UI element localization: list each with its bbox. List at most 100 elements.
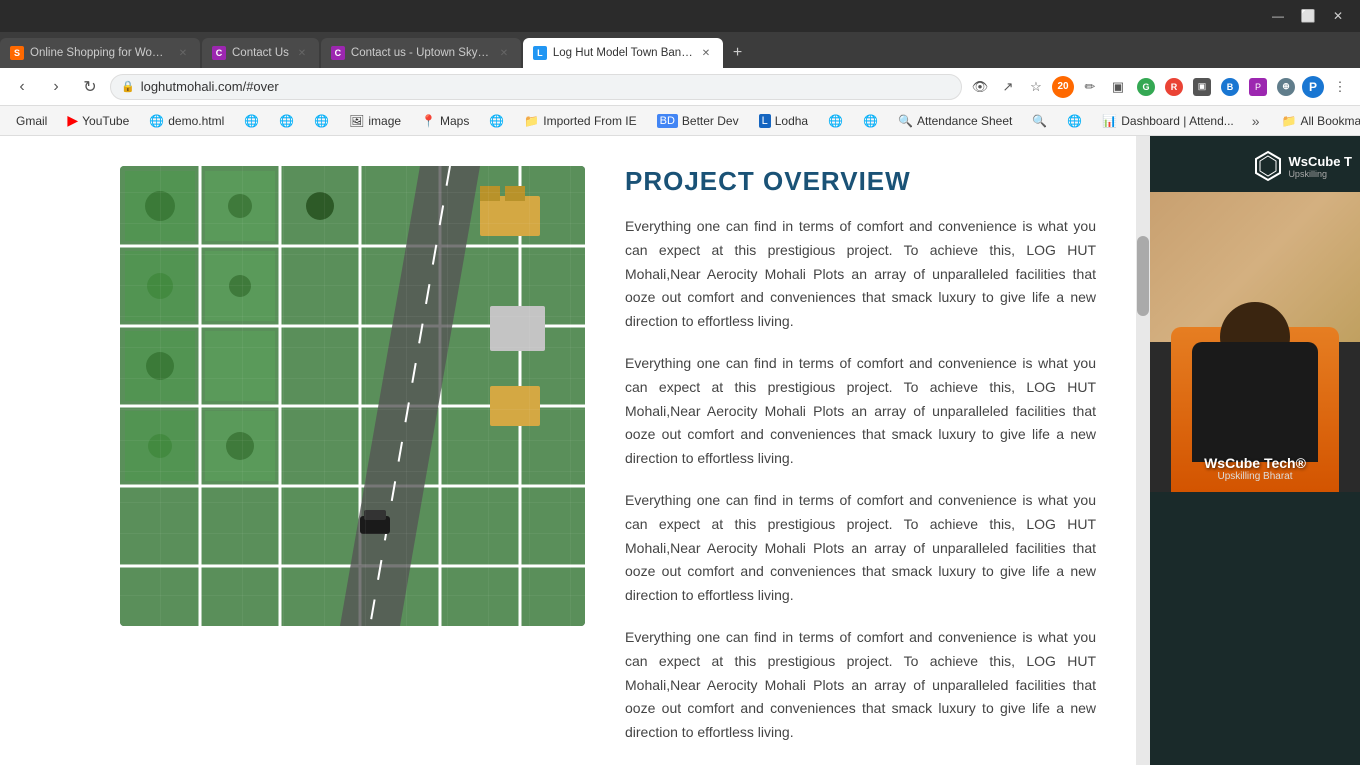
lock-icon: 🔒	[121, 80, 135, 93]
tab-favicon-shopping: S	[10, 46, 24, 60]
ext2-icon: R	[1165, 78, 1183, 96]
minimize-button[interactable]: —	[1264, 6, 1292, 26]
project-title: PROJECT OVERVIEW	[625, 166, 1096, 197]
dashboard-icon: 📊	[1102, 114, 1117, 128]
tab-favicon-loghut: L	[533, 46, 547, 60]
pencil-button[interactable]: ✏	[1078, 75, 1102, 99]
image-icon: 🖼	[349, 114, 364, 128]
tab-shopping[interactable]: S Online Shopping for Women, M ✕	[0, 38, 200, 68]
wscube-sub-label: Upskilling	[1288, 169, 1352, 179]
bookmark-maps[interactable]: 📍 Maps	[413, 112, 477, 130]
extension2-button[interactable]: R	[1162, 75, 1186, 99]
globe-icon-5: 🌐	[828, 114, 843, 128]
bookmark-globe3[interactable]: 🌐	[306, 112, 337, 130]
wscube-brand: WsCube T Upskilling	[1252, 150, 1352, 182]
bookmarks-more-button[interactable]: »	[1246, 111, 1266, 131]
ext6-icon: ⊕	[1277, 78, 1295, 96]
tab-close-loghut[interactable]: ✕	[699, 46, 713, 60]
bookmark-image[interactable]: 🖼 image	[341, 112, 409, 130]
maps-icon: 📍	[421, 114, 436, 128]
maximize-button[interactable]: ⬜	[1294, 6, 1322, 26]
wscube-video: WsCube Tech® Upskilling Bharat	[1150, 192, 1360, 492]
extension5-button[interactable]: P	[1246, 75, 1270, 99]
tab-label-contact: Contact Us	[232, 47, 289, 59]
tabs-bar: S Online Shopping for Women, M ✕ C Conta…	[0, 32, 1360, 68]
betterdev-icon: BD	[657, 114, 678, 128]
page-inner: PROJECT OVERVIEW Everything one can find…	[0, 136, 1150, 765]
forward-button[interactable]: ›	[42, 73, 70, 101]
tab-label-uptown: Contact us - Uptown Skylla -Zir	[351, 47, 491, 59]
attendance-icon: 🔍	[898, 114, 913, 128]
bookmark-globe2[interactable]: 🌐	[271, 112, 302, 130]
tab-contact[interactable]: C Contact Us ✕	[202, 38, 319, 68]
reader-mode-button[interactable]: 👁	[968, 75, 992, 99]
extension-badge: 20	[1052, 76, 1074, 98]
ext3-icon: ▣	[1193, 78, 1211, 96]
bookmark-search[interactable]: 🔍	[1024, 112, 1055, 130]
bookmark-lodha[interactable]: L Lodha	[751, 112, 817, 130]
aerial-svg	[120, 166, 585, 626]
youtube-icon: ▶	[67, 112, 78, 129]
project-image	[120, 166, 585, 626]
profile-button[interactable]: P	[1302, 76, 1324, 98]
project-para-3: Everything one can find in terms of comf…	[625, 489, 1096, 608]
address-icons: 👁 ↗ ☆ 20 ✏ ▣ G R ▣ B P ⊕	[968, 75, 1352, 99]
tab-label-loghut: Log Hut Model Town Banur-Lan	[553, 47, 693, 59]
bookmark-attendance[interactable]: 🔍 Attendance Sheet	[890, 112, 1020, 130]
bookmark-betterdev[interactable]: BD Better Dev	[649, 112, 747, 130]
bookmark-star-button[interactable]: ☆	[1024, 75, 1048, 99]
wscube-hex-icon	[1252, 150, 1284, 182]
bookmark-demo[interactable]: 🌐 demo.html	[141, 112, 232, 130]
scrollbar-handle[interactable]	[1137, 236, 1149, 316]
bookmark-imported[interactable]: 📁 Imported From IE	[516, 112, 644, 130]
person-body	[1192, 342, 1318, 462]
project-section: PROJECT OVERVIEW Everything one can find…	[0, 136, 1136, 765]
wscube-panel: WsCube T Upskilling	[1150, 136, 1360, 765]
bookmark-youtube[interactable]: ▶ YouTube	[59, 110, 137, 131]
share-button[interactable]: ↗	[996, 75, 1020, 99]
folder-icon-all: 📁	[1282, 114, 1297, 128]
bookmark-globe6[interactable]: 🌐	[855, 112, 886, 130]
extension4-button[interactable]: B	[1218, 75, 1242, 99]
page-scrollbar[interactable]	[1136, 136, 1150, 765]
url-bar[interactable]: 🔒 loghutmohali.com/#over	[110, 74, 962, 100]
tab-loghut[interactable]: L Log Hut Model Town Banur-Lan ✕	[523, 38, 723, 68]
extension3-button[interactable]: ▣	[1190, 75, 1214, 99]
tab-favicon-uptown: C	[331, 46, 345, 60]
ext1-icon: G	[1137, 78, 1155, 96]
close-button[interactable]: ✕	[1324, 6, 1352, 26]
tab-close-contact[interactable]: ✕	[295, 46, 309, 60]
tab-label-shopping: Online Shopping for Women, M	[30, 47, 170, 59]
new-tab-button[interactable]: +	[725, 38, 750, 68]
globe-icon-4: 🌐	[489, 114, 504, 128]
video-frame: WsCube Tech® Upskilling Bharat	[1150, 192, 1360, 492]
back-button[interactable]: ‹	[8, 73, 36, 101]
globe-icon-7: 🌐	[1067, 114, 1082, 128]
tab-close-shopping[interactable]: ✕	[176, 46, 190, 60]
globe-icon-demo: 🌐	[149, 114, 164, 128]
folder-icon: 📁	[524, 114, 539, 128]
video-bg	[1150, 192, 1360, 492]
tab-uptown[interactable]: C Contact us - Uptown Skylla -Zir ✕	[321, 38, 521, 68]
screenshot-button[interactable]: ▣	[1106, 75, 1130, 99]
page-content-area: PROJECT OVERVIEW Everything one can find…	[0, 136, 1150, 765]
project-para-2: Everything one can find in terms of comf…	[625, 352, 1096, 471]
bookmark-dashboard[interactable]: 📊 Dashboard | Attend...	[1094, 112, 1241, 130]
bookmark-globe7[interactable]: 🌐	[1059, 112, 1090, 130]
all-bookmarks-button[interactable]: 📁 All Bookmarks	[1274, 112, 1360, 130]
bookmark-globe1[interactable]: 🌐	[236, 112, 267, 130]
bookmark-gmail[interactable]: Gmail	[8, 112, 55, 130]
menu-button[interactable]: ⋮	[1328, 75, 1352, 99]
extension1-button[interactable]: G	[1134, 75, 1158, 99]
tab-close-uptown[interactable]: ✕	[497, 46, 511, 60]
globe-icon-6: 🌐	[863, 114, 878, 128]
bookmark-globe5[interactable]: 🌐	[820, 112, 851, 130]
bookmark-globe4[interactable]: 🌐	[481, 112, 512, 130]
project-para-4: Everything one can find in terms of comf…	[625, 626, 1096, 745]
extension6-button[interactable]: ⊕	[1274, 75, 1298, 99]
globe-icon-2: 🌐	[279, 114, 294, 128]
globe-icon-3: 🌐	[314, 114, 329, 128]
watermark-sub: Upskilling Bharat	[1155, 471, 1355, 482]
title-bar: — ⬜ ✕	[0, 0, 1360, 32]
reload-button[interactable]: ↻	[76, 73, 104, 101]
